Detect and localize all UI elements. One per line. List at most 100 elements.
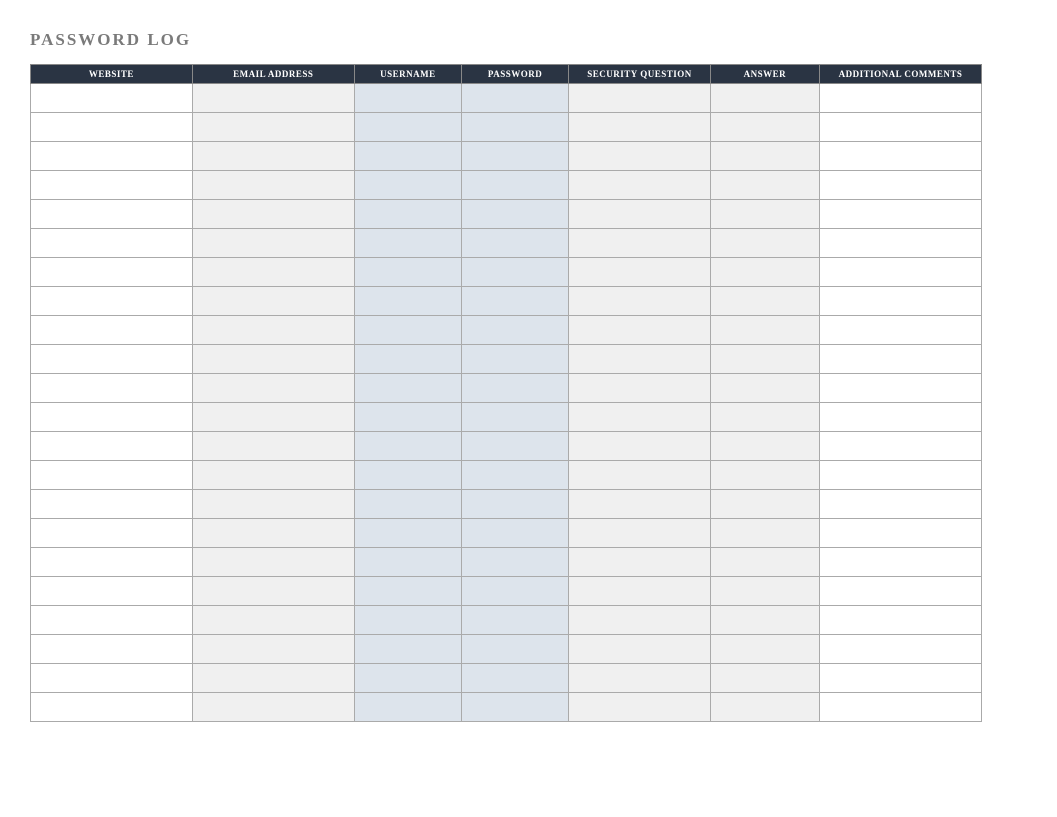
cell-comments[interactable] [820, 403, 982, 432]
cell-comments[interactable] [820, 113, 982, 142]
cell-security[interactable] [569, 84, 711, 113]
cell-security[interactable] [569, 142, 711, 171]
cell-email[interactable] [192, 84, 354, 113]
cell-website[interactable] [31, 664, 193, 693]
cell-email[interactable] [192, 548, 354, 577]
cell-password[interactable] [461, 461, 568, 490]
cell-comments[interactable] [820, 664, 982, 693]
cell-security[interactable] [569, 316, 711, 345]
cell-email[interactable] [192, 113, 354, 142]
cell-username[interactable] [354, 374, 461, 403]
cell-email[interactable] [192, 200, 354, 229]
cell-username[interactable] [354, 693, 461, 722]
cell-comments[interactable] [820, 316, 982, 345]
cell-answer[interactable] [710, 403, 819, 432]
cell-comments[interactable] [820, 258, 982, 287]
cell-username[interactable] [354, 142, 461, 171]
cell-username[interactable] [354, 403, 461, 432]
cell-answer[interactable] [710, 345, 819, 374]
cell-password[interactable] [461, 693, 568, 722]
cell-answer[interactable] [710, 374, 819, 403]
cell-email[interactable] [192, 345, 354, 374]
cell-email[interactable] [192, 490, 354, 519]
cell-answer[interactable] [710, 316, 819, 345]
cell-security[interactable] [569, 664, 711, 693]
cell-username[interactable] [354, 519, 461, 548]
cell-username[interactable] [354, 432, 461, 461]
cell-website[interactable] [31, 316, 193, 345]
cell-comments[interactable] [820, 84, 982, 113]
cell-security[interactable] [569, 693, 711, 722]
cell-username[interactable] [354, 345, 461, 374]
cell-answer[interactable] [710, 200, 819, 229]
cell-password[interactable] [461, 432, 568, 461]
cell-answer[interactable] [710, 664, 819, 693]
cell-password[interactable] [461, 171, 568, 200]
cell-email[interactable] [192, 635, 354, 664]
cell-website[interactable] [31, 258, 193, 287]
cell-security[interactable] [569, 403, 711, 432]
cell-website[interactable] [31, 142, 193, 171]
cell-answer[interactable] [710, 142, 819, 171]
cell-username[interactable] [354, 200, 461, 229]
cell-website[interactable] [31, 548, 193, 577]
cell-comments[interactable] [820, 519, 982, 548]
cell-email[interactable] [192, 171, 354, 200]
cell-comments[interactable] [820, 374, 982, 403]
cell-website[interactable] [31, 200, 193, 229]
cell-answer[interactable] [710, 432, 819, 461]
cell-email[interactable] [192, 577, 354, 606]
cell-website[interactable] [31, 606, 193, 635]
cell-password[interactable] [461, 635, 568, 664]
cell-username[interactable] [354, 548, 461, 577]
cell-password[interactable] [461, 606, 568, 635]
cell-website[interactable] [31, 171, 193, 200]
cell-security[interactable] [569, 606, 711, 635]
cell-password[interactable] [461, 84, 568, 113]
cell-password[interactable] [461, 548, 568, 577]
cell-answer[interactable] [710, 635, 819, 664]
cell-website[interactable] [31, 577, 193, 606]
cell-website[interactable] [31, 635, 193, 664]
cell-security[interactable] [569, 635, 711, 664]
cell-security[interactable] [569, 519, 711, 548]
cell-answer[interactable] [710, 693, 819, 722]
cell-security[interactable] [569, 548, 711, 577]
cell-email[interactable] [192, 287, 354, 316]
cell-website[interactable] [31, 113, 193, 142]
cell-username[interactable] [354, 664, 461, 693]
cell-answer[interactable] [710, 461, 819, 490]
cell-answer[interactable] [710, 548, 819, 577]
cell-comments[interactable] [820, 548, 982, 577]
cell-website[interactable] [31, 403, 193, 432]
cell-answer[interactable] [710, 519, 819, 548]
cell-comments[interactable] [820, 200, 982, 229]
cell-email[interactable] [192, 461, 354, 490]
cell-website[interactable] [31, 345, 193, 374]
cell-website[interactable] [31, 461, 193, 490]
cell-comments[interactable] [820, 606, 982, 635]
cell-website[interactable] [31, 693, 193, 722]
cell-password[interactable] [461, 200, 568, 229]
cell-email[interactable] [192, 693, 354, 722]
cell-security[interactable] [569, 577, 711, 606]
cell-answer[interactable] [710, 171, 819, 200]
cell-comments[interactable] [820, 635, 982, 664]
cell-website[interactable] [31, 519, 193, 548]
cell-security[interactable] [569, 229, 711, 258]
cell-username[interactable] [354, 316, 461, 345]
cell-email[interactable] [192, 258, 354, 287]
cell-website[interactable] [31, 287, 193, 316]
cell-comments[interactable] [820, 461, 982, 490]
cell-comments[interactable] [820, 577, 982, 606]
cell-password[interactable] [461, 316, 568, 345]
cell-security[interactable] [569, 258, 711, 287]
cell-security[interactable] [569, 287, 711, 316]
cell-password[interactable] [461, 577, 568, 606]
cell-password[interactable] [461, 664, 568, 693]
cell-website[interactable] [31, 229, 193, 258]
cell-password[interactable] [461, 113, 568, 142]
cell-comments[interactable] [820, 229, 982, 258]
cell-website[interactable] [31, 84, 193, 113]
cell-password[interactable] [461, 142, 568, 171]
